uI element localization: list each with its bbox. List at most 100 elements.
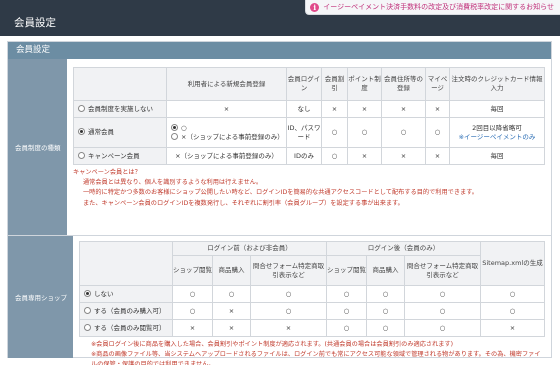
cell: × bbox=[166, 100, 287, 118]
cell: ○ bbox=[325, 302, 367, 320]
cell: ○ bbox=[403, 302, 482, 320]
member-shop-row: 会員専用ショップ ログイン前（および非会員） ログイン後（会員のみ） Sitem… bbox=[8, 236, 551, 365]
option-shop-none[interactable]: しない bbox=[78, 285, 173, 303]
note-line: ※商品の画像ファイル等、当システムへアップロードされるファイルは、ログイン前でも… bbox=[90, 351, 541, 365]
cell: ○ bbox=[321, 147, 348, 165]
option-label: する（会員のみ購入可） bbox=[93, 306, 166, 315]
radio-button-selected[interactable] bbox=[171, 123, 178, 131]
radio-button-selected[interactable] bbox=[83, 289, 91, 297]
option-shop-purchase-members[interactable]: する（会員のみ購入可） bbox=[78, 302, 173, 320]
radio-button[interactable] bbox=[171, 132, 178, 140]
option-label: しない bbox=[93, 289, 114, 298]
note-line: キャンペーン会員とは？ bbox=[73, 169, 141, 176]
cell: × bbox=[347, 147, 382, 165]
page-title: 会員設定 bbox=[14, 17, 56, 29]
header-cell: 問合せフォーム特定商取引表示など bbox=[249, 255, 327, 286]
header-cell: 利用者による新規会員登録 bbox=[166, 67, 287, 101]
cell: なし bbox=[286, 100, 322, 118]
cell: × bbox=[425, 147, 450, 165]
cell: ○ bbox=[211, 285, 251, 303]
info-icon: i bbox=[310, 2, 320, 12]
table-row: する（会員のみ購入可） ○ × ○ ○ ○ ○ ○ bbox=[78, 302, 545, 320]
cell: ○ bbox=[249, 285, 327, 303]
registration-options: ○ ×（ショップによる事前登録のみ） bbox=[166, 117, 287, 148]
radio-button[interactable] bbox=[83, 306, 91, 314]
membership-type-row: 会員制度の種類 利用者による新規会員登録 会員ログイン 会員割引 ポイント制度 … bbox=[8, 59, 551, 236]
cell: × bbox=[171, 319, 213, 337]
notice-text[interactable]: イージーペイメント決済手数料の改定及び消費税率改定に関するお知らせ bbox=[323, 2, 554, 12]
cell: ○ bbox=[325, 285, 367, 303]
header-cell: ポイント制度 bbox=[347, 67, 382, 101]
top-header-bar: i イージーペイメント決済手数料の改定及び消費税率改定に関するお知らせ 会員設定 bbox=[0, 0, 560, 36]
card-text: 2回目以降省略可 bbox=[472, 123, 522, 132]
member-shop-table: ログイン前（および非会員） ログイン後（会員のみ） Sitemap.xmlの生成… bbox=[78, 241, 545, 337]
option-label: 通常会員 bbox=[88, 128, 114, 137]
membership-type-table: 利用者による新規会員登録 会員ログイン 会員割引 ポイント制度 会員住所等の登録… bbox=[73, 67, 545, 165]
cell: ○ bbox=[403, 319, 482, 337]
member-settings-panel: 会員設定 会員制度の種類 利用者による新規会員登録 会員ログイン 会員割引 ポイ… bbox=[7, 41, 552, 365]
member-shop-notes: ※会員ログイン後に商品を購入した場合、会員割引やポイント制度が適応されます。(共… bbox=[79, 340, 545, 365]
group-header-before-login: ログイン前（および非会員） bbox=[171, 241, 327, 256]
table-row: 会員制度を実施しない × なし × × × × 毎回 bbox=[73, 100, 545, 118]
header-cell: ショップ閲覧 bbox=[325, 255, 367, 286]
cell: ○ bbox=[321, 117, 348, 148]
cell: × bbox=[321, 100, 348, 118]
header-cell: 商品購入 bbox=[211, 255, 251, 286]
header-cell: マイページ bbox=[425, 67, 450, 101]
radio-button-selected[interactable] bbox=[78, 128, 85, 136]
option-campaign-member[interactable]: キャンペーン会員 bbox=[73, 147, 167, 165]
table-row: する（会員のみ閲覧可） × × × ○ ○ ○ × bbox=[78, 319, 545, 337]
note-line: 通常会員とは異なり、個人を識別するような利用は行えません。 bbox=[83, 179, 263, 187]
easy-payment-link[interactable]: ※イージーペイメントのみ bbox=[451, 133, 544, 142]
cell: × bbox=[249, 319, 327, 337]
header-cell: 商品購入 bbox=[365, 255, 405, 286]
cell: ○ bbox=[171, 285, 213, 303]
cell: × bbox=[347, 100, 382, 118]
cell: ○ bbox=[381, 117, 426, 148]
option-label: 会員制度を実施しない bbox=[88, 104, 153, 113]
cell: ○ bbox=[325, 319, 367, 337]
cell: ○ bbox=[347, 117, 382, 148]
radio-button[interactable] bbox=[78, 104, 85, 112]
member-shop-label: 会員専用ショップ bbox=[8, 236, 73, 358]
header-cell: 注文時のクレジットカード情報入力 bbox=[449, 67, 545, 101]
campaign-notes: キャンペーン会員とは？ 通常会員とは異なり、個人を識別するような利用は行えません… bbox=[73, 168, 545, 209]
cell: ○ bbox=[365, 285, 405, 303]
table-row: 通常会員 ○ ×（ショップによる事前登録のみ） ID、パスワード ○ ○ ○ ○… bbox=[73, 117, 545, 148]
table-row: しない ○ ○ ○ ○ ○ ○ ○ bbox=[78, 285, 545, 303]
membership-type-label: 会員制度の種類 bbox=[8, 59, 67, 235]
cell: ID、パスワード bbox=[286, 117, 322, 148]
option-shop-view-members[interactable]: する（会員のみ閲覧可） bbox=[78, 319, 173, 337]
cell: IDのみ bbox=[286, 147, 322, 165]
group-header-after-login: ログイン後（会員のみ） bbox=[325, 241, 482, 256]
note-line: 一時的に特定かつ多数のお客様にショップ公開したい時など、ログインIDを簡易的な共… bbox=[83, 189, 478, 197]
header-cell: 会員ログイン bbox=[286, 67, 322, 101]
cell: × bbox=[211, 319, 251, 337]
cell: × bbox=[211, 302, 251, 320]
cell: ○ bbox=[425, 117, 450, 148]
registration-option-shop-only[interactable]: ×（ショップによる事前登録のみ） bbox=[171, 132, 286, 142]
option-label: ○ bbox=[181, 123, 187, 132]
cell: × bbox=[381, 100, 426, 118]
panel-title: 会員設定 bbox=[8, 42, 551, 59]
option-label: キャンペーン会員 bbox=[88, 151, 140, 160]
option-no-membership[interactable]: 会員制度を実施しない bbox=[73, 100, 167, 118]
header-cell bbox=[78, 241, 173, 286]
card-cell: 2回目以降省略可 ※イージーペイメントのみ bbox=[449, 117, 545, 148]
notice-banner[interactable]: i イージーペイメント決済手数料の改定及び消費税率改定に関するお知らせ bbox=[305, 0, 560, 15]
cell: 毎回 bbox=[449, 147, 545, 165]
radio-button[interactable] bbox=[78, 151, 85, 159]
header-cell: ショップ閲覧 bbox=[171, 255, 213, 286]
cell: ○ bbox=[171, 302, 213, 320]
header-cell bbox=[73, 67, 167, 101]
cell: × bbox=[381, 147, 426, 165]
header-cell: 会員住所等の登録 bbox=[381, 67, 426, 101]
table-row: キャンペーン会員 ×（ショップによる事前登録のみ） IDのみ ○ × × × 毎… bbox=[73, 147, 545, 165]
header-cell: 会員割引 bbox=[321, 67, 348, 101]
option-regular-member[interactable]: 通常会員 bbox=[73, 117, 167, 148]
sitemap-header: Sitemap.xmlの生成 bbox=[480, 241, 545, 286]
note-line: また、キャンペーン会員のログインIDを複数発行し、それぞれに割引率（会員グループ… bbox=[83, 199, 404, 207]
cell: ○ bbox=[403, 285, 482, 303]
registration-option-allow[interactable]: ○ bbox=[171, 123, 286, 133]
radio-button[interactable] bbox=[83, 323, 91, 331]
